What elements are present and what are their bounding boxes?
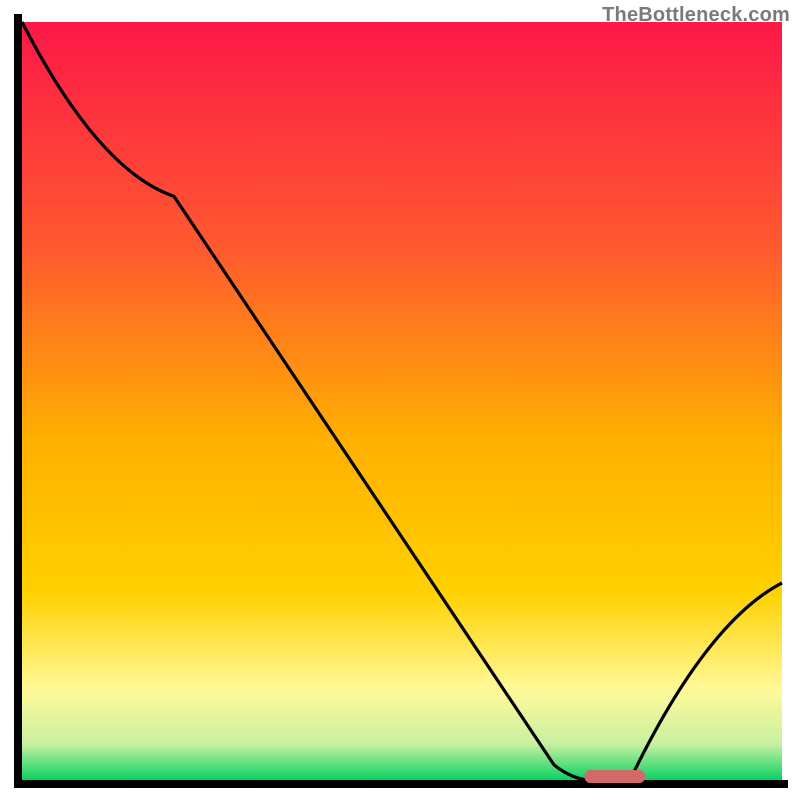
y-axis (14, 14, 22, 788)
optimal-range-marker (584, 770, 645, 783)
plot-background (22, 22, 782, 782)
chart-container: TheBottleneck.com (0, 0, 800, 800)
bottleneck-chart (0, 0, 800, 800)
x-axis (14, 780, 788, 788)
